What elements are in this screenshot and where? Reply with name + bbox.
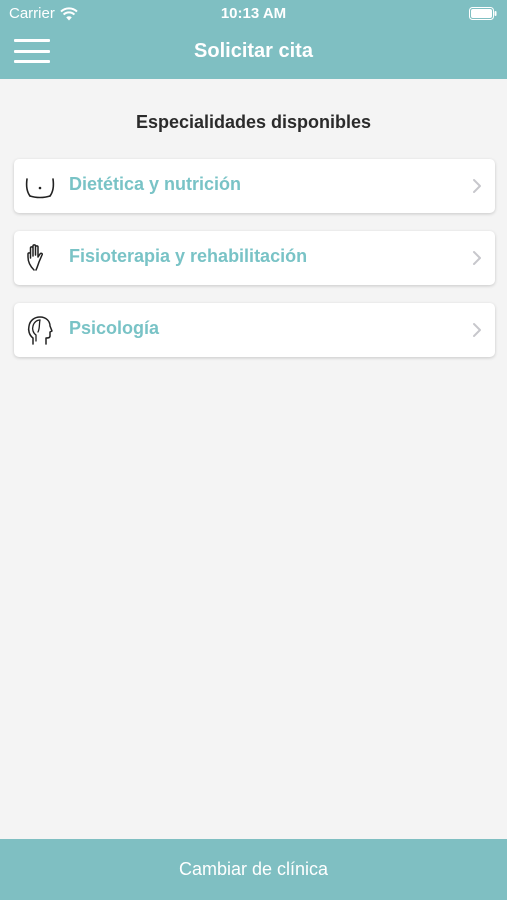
header: Carrier 10:13 AM Solicitar cita xyxy=(0,0,507,79)
belly-icon xyxy=(25,178,55,199)
nav-bar: Solicitar cita xyxy=(0,28,507,79)
status-time: 10:13 AM xyxy=(220,5,287,22)
specialty-label: Dietética y nutrición xyxy=(69,174,242,194)
hand-icon xyxy=(27,244,43,271)
chevron-right-icon xyxy=(473,251,481,265)
specialty-label: Psicología xyxy=(69,318,160,338)
chevron-right-icon xyxy=(473,323,481,337)
specialty-item-psicologia[interactable]: Psicología xyxy=(14,303,495,357)
section-title: Especialidades disponibles xyxy=(135,112,372,132)
page-title: Solicitar cita xyxy=(194,40,313,62)
specialty-label: Fisioterapia y rehabilitación xyxy=(69,246,308,266)
app-screen: Carrier 10:13 AM Solicitar cita Especial… xyxy=(0,0,507,900)
status-bar: Carrier 10:13 AM xyxy=(0,0,507,28)
head-profile-icon xyxy=(27,316,53,345)
change-clinic-button[interactable]: Cambiar de clínica xyxy=(0,839,507,900)
specialty-item-dietetica[interactable]: Dietética y nutrición xyxy=(14,159,495,213)
specialty-item-fisioterapia[interactable]: Fisioterapia y rehabilitación xyxy=(14,231,495,285)
battery-icon xyxy=(469,7,497,20)
chevron-right-icon xyxy=(473,179,481,193)
specialties-list: Dietética y nutrición Fisioterapia y reh… xyxy=(14,159,495,375)
